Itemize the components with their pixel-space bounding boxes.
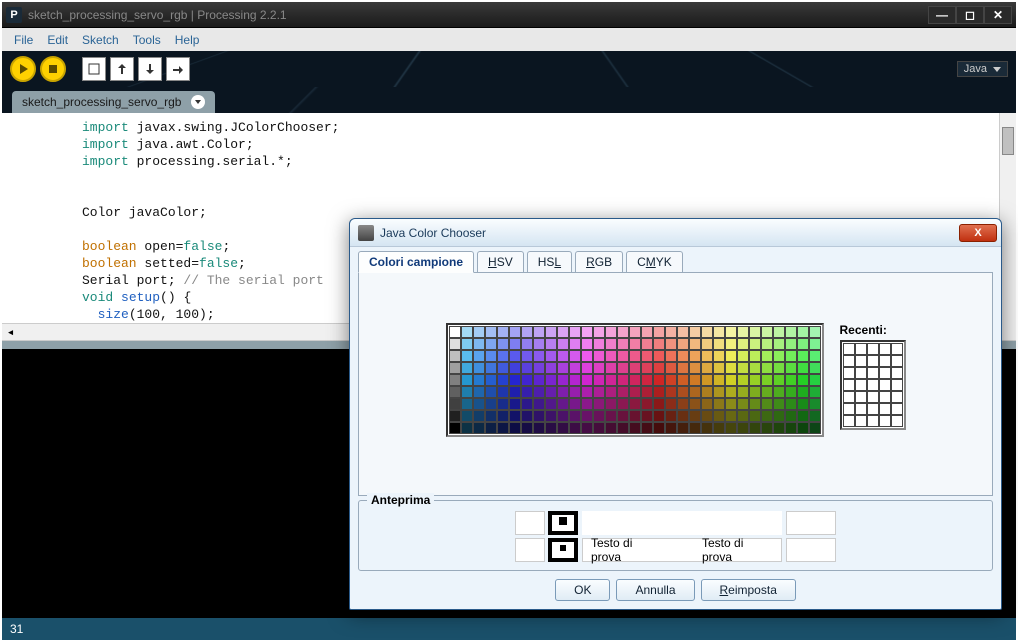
mode-selector[interactable]: Java — [957, 61, 1008, 77]
tab-rgb[interactable]: RGB — [575, 251, 623, 272]
status-bar: 31 — [2, 618, 1016, 640]
scroll-left-arrow[interactable]: ◂ — [4, 326, 17, 338]
reset-button[interactable]: Reimposta — [701, 579, 796, 601]
menu-edit[interactable]: Edit — [41, 31, 74, 49]
tab-menu-button[interactable] — [191, 95, 205, 109]
menu-help[interactable]: Help — [169, 31, 206, 49]
app-icon: P — [6, 7, 22, 23]
minimize-button[interactable]: — — [928, 6, 956, 24]
menu-sketch[interactable]: Sketch — [76, 31, 125, 49]
menu-bar: File Edit Sketch Tools Help — [2, 28, 1016, 51]
stop-icon — [49, 65, 57, 73]
tab-row: sketch_processing_servo_rgb — [2, 87, 1016, 113]
menu-tools[interactable]: Tools — [127, 31, 167, 49]
dialog-buttons: OK Annulla Reimposta — [358, 571, 993, 603]
chevron-down-icon — [993, 67, 1001, 72]
dialog-close-button[interactable]: X — [959, 224, 997, 242]
tab-swatches[interactable]: Colori campione — [358, 251, 474, 273]
color-chooser-dialog: Java Color Chooser X Colori campione HSV… — [349, 218, 1002, 610]
java-icon — [358, 225, 374, 241]
stop-button[interactable] — [40, 56, 66, 82]
maximize-button[interactable]: ◻ — [956, 6, 984, 24]
tab-cmyk[interactable]: CMYK — [626, 251, 683, 272]
tab-hsl[interactable]: HSL — [527, 251, 572, 272]
menu-file[interactable]: File — [8, 31, 39, 49]
save-button[interactable] — [138, 57, 162, 81]
preview-label: Anteprima — [367, 493, 434, 507]
recent-swatches[interactable] — [840, 340, 906, 430]
sketch-tab[interactable]: sketch_processing_servo_rgb — [12, 91, 215, 113]
export-button[interactable] — [166, 57, 190, 81]
preview-blocks — [786, 511, 836, 562]
preview-text: Testo di provaTesto di prova Testo di pr… — [582, 511, 782, 562]
window-title: sketch_processing_servo_rgb | Processing… — [28, 8, 928, 22]
run-button[interactable] — [10, 56, 36, 82]
dialog-title: Java Color Chooser — [380, 226, 959, 240]
tab-label: sketch_processing_servo_rgb — [22, 95, 181, 109]
toolbar: Java — [2, 51, 1016, 87]
preview-swatches — [515, 511, 578, 562]
close-button[interactable]: ✕ — [984, 6, 1012, 24]
play-icon — [20, 64, 28, 74]
swatches-panel: Recenti: — [358, 272, 993, 496]
tab-hsv[interactable]: HSV — [477, 251, 524, 272]
scroll-thumb[interactable] — [1002, 127, 1014, 155]
cancel-button[interactable]: Annulla — [616, 579, 694, 601]
preview-box: Anteprima Testo di provaTesto di prova T… — [358, 500, 993, 571]
title-bar: P sketch_processing_servo_rgb | Processi… — [2, 2, 1016, 28]
open-button[interactable] — [110, 57, 134, 81]
new-button[interactable] — [82, 57, 106, 81]
chevron-down-icon — [195, 100, 201, 104]
line-number: 31 — [10, 622, 23, 636]
color-swatches[interactable] — [446, 323, 824, 437]
color-model-tabs: Colori campione HSV HSL RGB CMYK — [358, 251, 993, 272]
recent-label: Recenti: — [840, 323, 887, 337]
dialog-title-bar[interactable]: Java Color Chooser X — [350, 219, 1001, 247]
mode-label: Java — [964, 63, 987, 75]
ok-button[interactable]: OK — [555, 579, 610, 601]
